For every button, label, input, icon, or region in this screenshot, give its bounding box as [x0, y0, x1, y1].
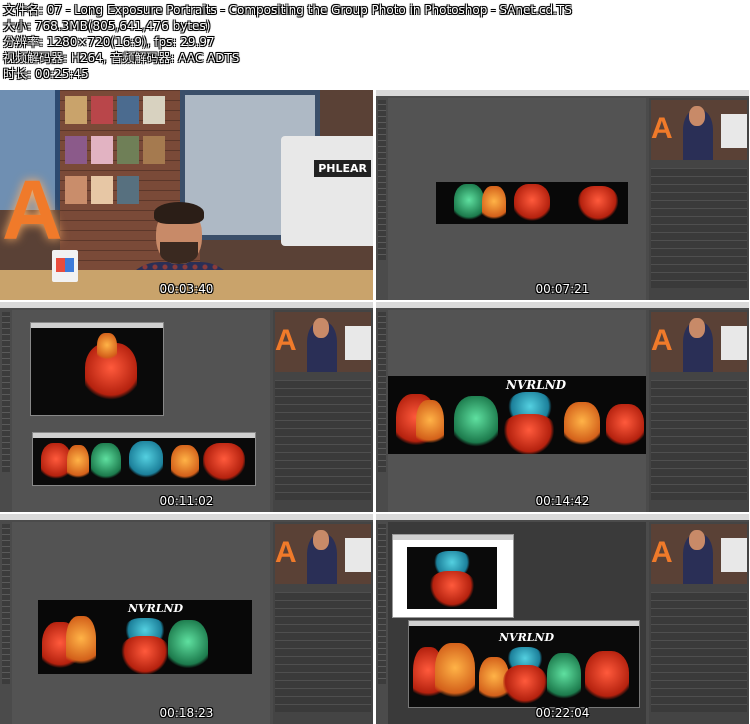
nvrlnd-logo: NVRLND — [499, 631, 555, 644]
thumbnail-4[interactable]: NVRLND A 00:14:42 — [376, 302, 749, 512]
timestamp: 00:18:23 — [159, 706, 214, 720]
nvrlnd-logo: NVRLND — [506, 378, 567, 392]
mug — [52, 250, 78, 282]
canvas-area: NVRLND — [12, 522, 270, 724]
webcam-overlay: A — [275, 524, 371, 584]
document-window — [32, 432, 256, 486]
tools-panel — [2, 524, 10, 684]
layer-rows — [275, 592, 371, 712]
layers-panel: A — [649, 310, 749, 512]
webcam-overlay: A — [275, 312, 371, 372]
thumbnail-2[interactable]: A 00:07:21 — [376, 90, 749, 300]
canvas-area: NVRLND — [388, 310, 646, 512]
layer-rows — [275, 380, 371, 500]
document-window — [392, 534, 514, 618]
thumbnail-5[interactable]: NVRLND A 00:18:23 — [0, 514, 373, 724]
timestamp: 00:11:02 — [159, 494, 214, 508]
thumbnail-1[interactable]: A PHLEAR 00:03:40 — [0, 90, 373, 300]
monitor-label: PHLEAR — [314, 160, 371, 177]
timestamp: 00:22:04 — [535, 706, 590, 720]
tools-panel — [378, 312, 386, 472]
codec-line: 视频解码器: H264, 音频解码器: AAC ADTS — [3, 51, 240, 65]
duration-line: 时长: 00:25:45 — [3, 67, 89, 81]
menu-bar — [0, 514, 373, 520]
menu-bar — [0, 302, 373, 308]
tools-panel — [378, 524, 386, 684]
canvas-area: NVRLND — [388, 522, 646, 724]
composite-strip: NVRLND — [388, 376, 646, 454]
filesize-line: 大小: 768.3MB(805,641,476 bytes) — [3, 19, 211, 33]
webcam-overlay: A — [651, 312, 747, 372]
tools-panel — [2, 312, 10, 472]
resolution-line: 分辨率: 1280×720(16:9), fps: 29.97 — [3, 35, 215, 49]
tools-panel — [378, 100, 386, 260]
menu-bar — [376, 514, 749, 520]
webcam-overlay: A — [651, 524, 747, 584]
webcam-overlay: A — [651, 100, 747, 160]
canvas-area — [388, 98, 646, 300]
composite-strip: NVRLND — [38, 600, 252, 674]
composite-strip — [436, 182, 628, 224]
canvas-area — [12, 310, 270, 512]
timestamp: 00:14:42 — [535, 494, 590, 508]
timestamp: 00:03:40 — [159, 282, 214, 296]
layers-panel: A — [649, 98, 749, 300]
filename-line: 文件名: 07 - Long Exposure Portraits - Comp… — [3, 3, 572, 17]
document-window — [30, 322, 164, 416]
letter-a-sign: A — [2, 163, 63, 257]
studio-scene: A PHLEAR — [0, 90, 373, 300]
layer-rows — [651, 592, 747, 712]
timestamp: 00:07:21 — [535, 282, 590, 296]
monitor — [281, 136, 373, 246]
menu-bar — [376, 90, 749, 96]
menu-bar — [376, 302, 749, 308]
document-window: NVRLND — [408, 620, 640, 708]
layers-panel: A — [649, 522, 749, 724]
nvrlnd-logo: NVRLND — [128, 602, 184, 615]
layers-panel: A — [273, 310, 373, 512]
thumbnail-6[interactable]: NVRLND A 00:22:04 — [376, 514, 749, 724]
layer-rows — [651, 380, 747, 500]
thumbnail-3[interactable]: A 00:11:02 — [0, 302, 373, 512]
video-info-header: 文件名: 07 - Long Exposure Portraits - Comp… — [3, 2, 743, 82]
layer-rows — [651, 168, 747, 288]
layers-panel: A — [273, 522, 373, 724]
